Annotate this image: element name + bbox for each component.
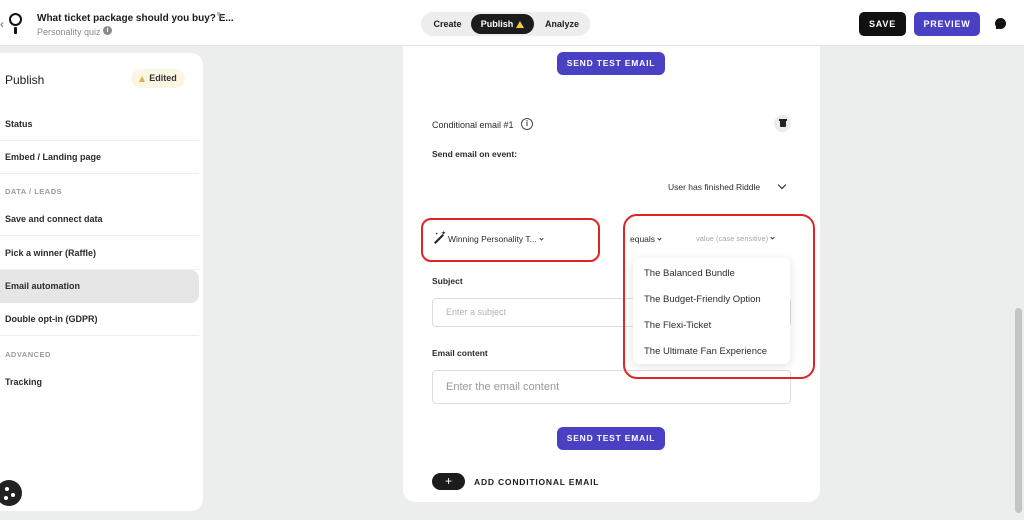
warning-icon xyxy=(516,21,525,28)
trash-icon[interactable] xyxy=(774,115,791,132)
sidebar: Publish Edited Status Embed / Landing pa… xyxy=(0,53,203,511)
preview-button[interactable]: PREVIEW xyxy=(914,12,980,36)
event-select[interactable]: User has finished Riddle xyxy=(668,182,760,192)
warning-icon xyxy=(139,76,146,82)
email-content-label: Email content xyxy=(432,348,488,358)
pencil-icon[interactable]: ✎ xyxy=(216,11,224,22)
info-icon[interactable]: i xyxy=(521,118,533,130)
sidebar-item-embed[interactable]: Embed / Landing page xyxy=(0,141,199,174)
tab-publish-label: Publish xyxy=(480,19,514,29)
top-bar: ‹ What ticket package should you buy? E.… xyxy=(0,0,1024,46)
highlight-box-field xyxy=(421,218,600,262)
sidebar-item-tracking[interactable]: Tracking xyxy=(0,366,199,399)
subject-label: Subject xyxy=(432,276,463,286)
logo-ring xyxy=(9,13,22,26)
sidebar-title: Publish xyxy=(5,73,45,87)
highlight-box-value xyxy=(623,214,815,379)
sidebar-item-double-optin[interactable]: Double opt-in (GDPR) xyxy=(0,303,199,336)
mode-switch: Create Publish Analyze xyxy=(421,12,590,36)
chevron-down-icon[interactable] xyxy=(777,180,787,190)
sidebar-item-status[interactable]: Status xyxy=(0,108,199,141)
conditional-email-title: Conditional email #1 xyxy=(432,120,514,130)
add-conditional-email-button[interactable]: + xyxy=(432,473,465,490)
send-test-email-button-top[interactable]: SEND TEST EMAIL xyxy=(557,52,665,75)
sidebar-item-email-automation[interactable]: Email automation xyxy=(0,270,199,303)
send-test-email-button[interactable]: SEND TEST EMAIL xyxy=(557,427,665,450)
scrollbar[interactable] xyxy=(1015,308,1022,513)
add-conditional-email-label[interactable]: ADD CONDITIONAL EMAIL xyxy=(474,477,599,487)
event-label: Send email on event: xyxy=(432,149,518,159)
sidebar-item-save-connect[interactable]: Save and connect data xyxy=(0,203,199,236)
back-chevron-icon[interactable]: ‹ xyxy=(0,17,4,31)
quiz-type-label: Personality quiz xyxy=(37,27,101,37)
quiz-title[interactable]: What ticket package should you buy? E... xyxy=(37,13,234,24)
status-badge: Edited xyxy=(131,69,185,88)
chat-icon[interactable] xyxy=(995,18,1006,29)
sidebar-item-pick-winner[interactable]: Pick a winner (Raffle) xyxy=(0,237,199,270)
logo-stem xyxy=(14,27,17,34)
badge-label: Edited xyxy=(149,73,177,83)
save-button[interactable]: SAVE xyxy=(859,12,906,36)
sidebar-section-advanced: ADVANCED xyxy=(5,350,51,359)
sidebar-section-data: DATA / LEADS xyxy=(5,187,63,196)
riddle-logo-icon[interactable] xyxy=(8,13,24,35)
tab-publish[interactable]: Publish xyxy=(471,14,534,34)
tab-create[interactable]: Create xyxy=(425,12,470,36)
info-icon[interactable]: i xyxy=(103,26,112,35)
tab-analyze[interactable]: Analyze xyxy=(538,12,586,36)
